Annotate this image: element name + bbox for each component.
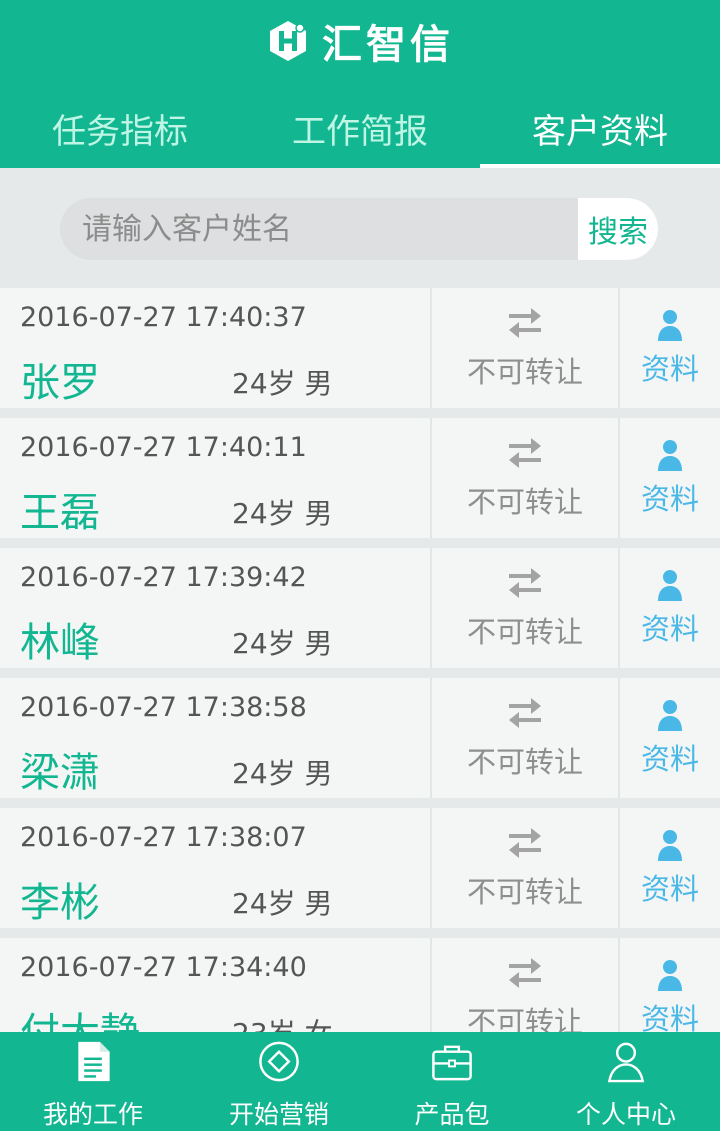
profile-label: 资料 <box>640 872 699 906</box>
profile-label: 资料 <box>640 482 699 516</box>
customer-age-gender: 23岁 女 <box>232 1012 333 1032</box>
customer-list[interactable]: 2016-07-27 17:40:37 张罗 24岁 男不可转让 资料 2016-07-… <box>0 288 720 1032</box>
customer-name: 付大静 <box>20 1000 140 1032</box>
transfer-arrows-icon <box>509 958 541 988</box>
person-icon <box>658 960 682 991</box>
search-box: 搜索 <box>60 198 658 260</box>
person-icon <box>658 830 682 861</box>
brand: 汇智信 <box>0 14 720 68</box>
transfer-label: 不可转让 <box>466 745 583 779</box>
tab-work-briefing[interactable]: 工作简报 <box>240 88 480 168</box>
nav-label: 个人中心 <box>575 1100 676 1129</box>
logo-icon <box>270 21 306 61</box>
transfer-label: 不可转让 <box>466 355 583 389</box>
profile-label: 资料 <box>640 612 699 646</box>
customer-info[interactable]: 2016-07-27 17:38:58 梁潇 24岁 男 <box>0 678 430 798</box>
person-icon <box>658 310 682 341</box>
customer-age-gender: 24岁 男 <box>232 497 333 530</box>
transfer-button[interactable]: 不可转让 <box>430 938 618 1032</box>
tab-customer-profiles[interactable]: 客户资料 <box>480 88 720 168</box>
transfer-arrows-icon <box>509 698 541 728</box>
customer-name: 李彬 <box>20 880 100 926</box>
person-icon <box>658 440 682 471</box>
transfer-button[interactable]: 不可转让 <box>430 808 618 928</box>
profile-button[interactable]: 资料 <box>618 418 720 538</box>
tab-bar: 任务指标 工作简报 客户资料 <box>0 88 720 168</box>
customer-row[interactable]: 2016-07-27 17:40:11 王磊 24岁 男 不可转让 资料 <box>0 418 720 538</box>
customer-age-gender: 24岁 男 <box>232 627 333 660</box>
customer-info[interactable]: 2016-07-27 17:40:37 张罗 24岁 男 <box>0 288 430 408</box>
customer-row[interactable]: 2016-07-27 17:38:07 李彬 24岁 男 不可转让 资料 <box>0 808 720 928</box>
briefcase-icon <box>432 1045 472 1081</box>
profile-button[interactable]: 资料 <box>618 288 720 408</box>
transfer-button[interactable]: 不可转让 <box>430 548 618 668</box>
nav-start-marketing[interactable]: 开始营销 <box>186 1032 372 1131</box>
profile-button[interactable]: 资料 <box>618 808 720 928</box>
transfer-label: 不可转让 <box>466 485 583 519</box>
diamond-circle-icon <box>259 1041 299 1082</box>
customer-row[interactable]: 2016-07-27 17:38:58 梁潇 24岁 男 不可转让 资料 <box>0 678 720 798</box>
nav-label: 我的工作 <box>42 1100 143 1129</box>
transfer-arrows-icon <box>509 438 541 468</box>
customer-info[interactable]: 2016-07-27 17:38:07 李彬 24岁 男 <box>0 808 430 928</box>
bottom-nav: 我的工作 开始营销 产品包 个人中心 <box>0 1032 720 1131</box>
customer-timestamp: 2016-07-27 17:38:07 <box>20 822 307 853</box>
customer-row[interactable]: 2016-07-27 17:39:42 林峰 24岁 男 不可转让 资料 <box>0 548 720 668</box>
user-icon <box>607 1042 645 1083</box>
customer-timestamp: 2016-07-27 17:34:40 <box>20 952 307 983</box>
brand-name: 汇智信 <box>322 22 454 68</box>
customer-info[interactable]: 2016-07-27 17:34:40 付大静 23岁 女 <box>0 938 430 1032</box>
customer-name: 林峰 <box>20 620 100 666</box>
app-header: 汇智信 任务指标 工作简报 客户资料 <box>0 0 720 168</box>
profile-button[interactable]: 资料 <box>618 678 720 798</box>
customer-timestamp: 2016-07-27 17:40:37 <box>20 302 307 333</box>
person-icon <box>658 700 682 731</box>
customer-row[interactable]: 2016-07-27 17:34:40 付大静 23岁 女 不可转让 资料 <box>0 938 720 1032</box>
search-input[interactable] <box>60 198 578 260</box>
profile-button[interactable]: 资料 <box>618 548 720 668</box>
customer-row[interactable]: 2016-07-27 17:40:37 张罗 24岁 男 不可转让 资料 <box>0 288 720 408</box>
profile-label: 资料 <box>640 352 699 386</box>
profile-label: 资料 <box>640 742 699 776</box>
transfer-button[interactable]: 不可转让 <box>430 678 618 798</box>
nav-label: 开始营销 <box>228 1100 329 1129</box>
transfer-arrows-icon <box>509 308 541 338</box>
search-bar: 搜索 <box>0 168 720 288</box>
nav-personal-center[interactable]: 个人中心 <box>532 1032 720 1131</box>
customer-age-gender: 24岁 男 <box>232 367 333 400</box>
transfer-label: 不可转让 <box>466 615 583 649</box>
transfer-arrows-icon <box>509 828 541 858</box>
customer-age-gender: 24岁 男 <box>232 757 333 790</box>
profile-label: 资料 <box>640 1002 699 1032</box>
customer-name: 梁潇 <box>20 750 100 796</box>
transfer-button[interactable]: 不可转让 <box>430 418 618 538</box>
customer-timestamp: 2016-07-27 17:38:58 <box>20 692 307 723</box>
document-icon <box>78 1041 110 1082</box>
transfer-arrows-icon <box>509 568 541 598</box>
customer-info[interactable]: 2016-07-27 17:39:42 林峰 24岁 男 <box>0 548 430 668</box>
nav-product-package[interactable]: 产品包 <box>372 1032 532 1131</box>
profile-button[interactable]: 资料 <box>618 938 720 1032</box>
search-button[interactable]: 搜索 <box>578 198 658 260</box>
tab-task-indicators[interactable]: 任务指标 <box>0 88 240 168</box>
customer-name: 王磊 <box>20 490 100 536</box>
customer-timestamp: 2016-07-27 17:39:42 <box>20 562 307 593</box>
customer-age-gender: 24岁 男 <box>232 887 333 920</box>
customer-timestamp: 2016-07-27 17:40:11 <box>20 432 307 463</box>
transfer-label: 不可转让 <box>466 875 583 909</box>
person-icon <box>658 570 682 601</box>
nav-label: 产品包 <box>414 1100 490 1129</box>
customer-info[interactable]: 2016-07-27 17:40:11 王磊 24岁 男 <box>0 418 430 538</box>
transfer-button[interactable]: 不可转让 <box>430 288 618 408</box>
nav-my-work[interactable]: 我的工作 <box>0 1032 186 1131</box>
transfer-label: 不可转让 <box>466 1005 583 1032</box>
customer-name: 张罗 <box>20 360 100 406</box>
